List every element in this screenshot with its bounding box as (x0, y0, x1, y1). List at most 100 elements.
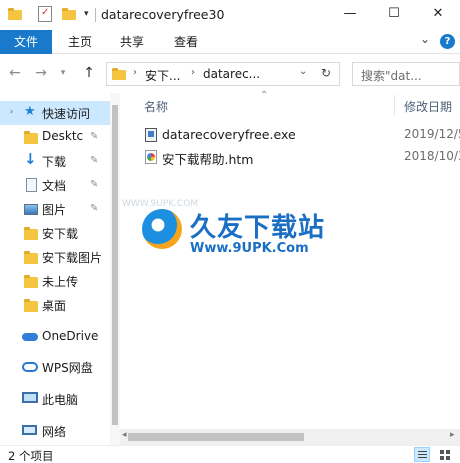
watermark: 久友下载站 Www.9UPK.Com WWW.9UPK.COM (122, 199, 340, 261)
sidebar-item-label: 文档 (42, 179, 67, 193)
sidebar-item-label: 桌面 (42, 299, 67, 313)
sidebar-item-label: WPS网盘 (42, 361, 93, 375)
back-arrow-icon[interactable]: ← (6, 65, 24, 81)
title-bar: ✓ ▾ datarecoveryfree30 — ☐ ✕ (0, 0, 460, 30)
document-icon (26, 178, 37, 192)
breadcrumb-separator[interactable]: › (191, 67, 195, 78)
pin-icon: ✎ (90, 179, 99, 190)
new-folder-icon[interactable] (62, 8, 76, 20)
watermark-faint-text: WWW.9UPK.COM (122, 199, 199, 209)
search-input[interactable]: 搜索"dat... (352, 62, 460, 86)
sidebar-item-quick-access[interactable]: ★ › 快速访问 (0, 101, 110, 125)
sidebar-item-onedrive[interactable]: OneDrive (0, 325, 110, 349)
folder-icon (24, 131, 38, 144)
breadcrumb-segment-current[interactable]: datarec... (203, 67, 260, 81)
pin-icon: ✎ (90, 155, 99, 166)
sidebar-item-anxiazai[interactable]: 安下载 (0, 221, 110, 245)
maximize-button[interactable]: ☐ (372, 0, 416, 30)
recent-locations-chevron-icon[interactable]: ▾ (54, 68, 72, 78)
large-icons-view-icon[interactable] (436, 447, 452, 462)
status-bar: 2 个项目 (0, 445, 460, 463)
file-date: 2018/10/3 (404, 149, 460, 163)
title-separator (95, 8, 96, 22)
pin-icon: ✎ (90, 203, 99, 214)
column-header-name[interactable]: 名称 (144, 98, 168, 115)
expand-chevron-icon[interactable]: › (10, 107, 13, 116)
navigation-pane: ★ › 快速访问 Desktc ✎ ↓ 下载 ✎ 文档 ✎ 图片 ✎ 安下载 安… (0, 93, 120, 445)
help-icon[interactable]: ? (440, 34, 455, 49)
sidebar-item-network[interactable]: 网络 (0, 419, 110, 443)
sidebar-item-label: 此电脑 (42, 393, 79, 407)
cloud-icon (22, 333, 38, 341)
sidebar-item-pictures[interactable]: 图片 ✎ (0, 197, 110, 221)
navigation-bar: ← → ▾ ↑ › 安下... › datarec... ⌄ ↻ 搜索"dat.… (0, 55, 460, 93)
tab-file[interactable]: 文件 (0, 30, 52, 54)
sidebar-item-label: 图片 (42, 203, 67, 217)
file-name: 安下载帮助.htm (162, 152, 254, 167)
breadcrumb-segment-parent[interactable]: 安下... (145, 67, 180, 84)
htm-file-icon (144, 149, 158, 165)
expand-ribbon-icon[interactable]: ⌄ (420, 32, 430, 46)
refresh-icon[interactable]: ↻ (321, 66, 331, 80)
sidebar-item-label: 未上传 (42, 275, 79, 289)
tab-view[interactable]: 查看 (162, 30, 210, 54)
sidebar-item-desktop[interactable]: Desktc ✎ (0, 125, 110, 149)
watermark-logo-icon (142, 209, 182, 249)
watermark-url: Www.9UPK.Com (190, 241, 309, 256)
horizontal-scrollbar[interactable]: ◂ ▸ (120, 429, 460, 445)
file-date: 2019/12/5 (404, 127, 460, 141)
file-row[interactable]: datarecoveryfree.exe 2019/12/5 (142, 125, 460, 145)
sidebar-item-not-uploaded[interactable]: 未上传 (0, 269, 110, 293)
sidebar-scroll-thumb[interactable] (112, 105, 118, 425)
sidebar-item-wps-cloud[interactable]: WPS网盘 (0, 355, 110, 379)
file-row[interactable]: 安下载帮助.htm 2018/10/3 (142, 147, 460, 167)
breadcrumb-separator[interactable]: › (133, 67, 137, 78)
address-bar[interactable]: › 安下... › datarec... ⌄ ↻ (106, 62, 340, 86)
sidebar-scrollbar[interactable] (110, 93, 120, 445)
exe-installer-icon (144, 127, 158, 143)
folder-icon (24, 251, 38, 264)
folder-icon (8, 8, 22, 20)
scroll-right-icon[interactable]: ▸ (450, 430, 455, 440)
details-view-icon[interactable] (414, 447, 430, 462)
quick-access-toolbar-dropdown-icon[interactable]: ▾ (84, 9, 89, 19)
sidebar-item-downloads[interactable]: ↓ 下载 ✎ (0, 149, 110, 173)
minimize-button[interactable]: — (328, 0, 372, 30)
sidebar-item-anxiazai-pictures[interactable]: 安下载图片 (0, 245, 110, 269)
sidebar-item-label: 网络 (42, 425, 67, 439)
window-title: datarecoveryfree30 (101, 7, 225, 22)
sidebar-item-desktop-folder[interactable]: 桌面 (0, 293, 110, 317)
up-arrow-icon[interactable]: ↑ (80, 65, 98, 81)
network-icon (22, 425, 37, 435)
folder-icon (24, 299, 38, 312)
sort-ascending-icon: ⌃ (260, 90, 269, 101)
address-folder-icon (112, 68, 126, 80)
properties-check-icon[interactable]: ✓ (38, 6, 52, 22)
ribbon-tab-bar: 文件 主页 共享 查看 ⌄ ? (0, 30, 460, 54)
watermark-brand: 久友下载站 (190, 213, 326, 243)
horizontal-scroll-thumb[interactable] (128, 433, 304, 441)
cloud-icon (22, 362, 38, 372)
file-name: datarecoveryfree.exe (162, 127, 296, 142)
tab-home[interactable]: 主页 (56, 30, 104, 54)
tab-share[interactable]: 共享 (108, 30, 156, 54)
sidebar-item-label: 安下载 (42, 227, 79, 241)
star-icon: ★ (24, 104, 36, 119)
pin-icon: ✎ (90, 131, 99, 142)
scroll-left-icon[interactable]: ◂ (122, 430, 127, 440)
sidebar-item-label: 安下载图片 (42, 251, 103, 265)
folder-icon (24, 227, 38, 240)
address-dropdown-icon[interactable]: ⌄ (299, 66, 307, 77)
picture-icon (24, 204, 38, 215)
sidebar-item-label: OneDrive (42, 329, 99, 343)
column-header-modified[interactable]: 修改日期 (404, 98, 452, 115)
item-count: 2 个项目 (8, 449, 54, 463)
column-divider[interactable] (394, 95, 395, 115)
close-button[interactable]: ✕ (416, 0, 460, 30)
sidebar-item-label: Desktc (42, 129, 84, 143)
forward-arrow-icon[interactable]: → (32, 65, 50, 81)
download-arrow-icon: ↓ (24, 150, 37, 168)
sidebar-item-this-pc[interactable]: 此电脑 (0, 387, 110, 411)
sidebar-item-documents[interactable]: 文档 ✎ (0, 173, 110, 197)
sidebar-item-label: 下载 (42, 155, 67, 169)
